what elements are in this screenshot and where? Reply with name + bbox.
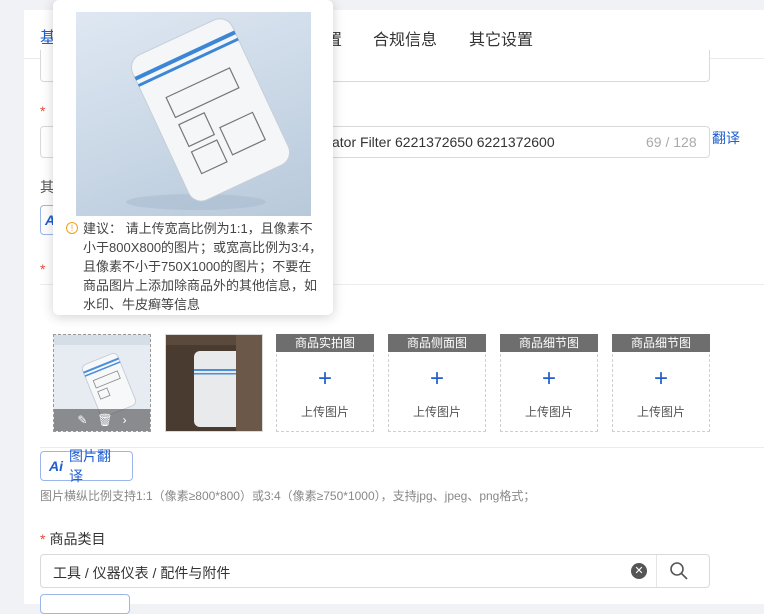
- ai-icon: Ai: [49, 458, 63, 474]
- upload-slot-detail-1[interactable]: 商品细节图 + 上传图片: [500, 334, 598, 432]
- clear-icon[interactable]: ✕: [631, 563, 647, 579]
- image-suggestion-popover: ! 建议： 请上传宽高比例为1:1，且像素不小于800X800的图片；或宽高比例…: [53, 0, 333, 315]
- slot-header: 商品实拍图: [276, 334, 374, 352]
- slot-header: 商品侧面图: [388, 334, 486, 352]
- filter-photo-image: [166, 335, 262, 431]
- slot-upload-label: 上传图片: [524, 405, 573, 419]
- delete-icon[interactable]: 🗑: [97, 413, 112, 427]
- chevron-right-icon[interactable]: ›: [123, 413, 127, 427]
- thumb-toolbar: ✎ 🗑 ›: [54, 409, 150, 431]
- title-char-counter: 69 / 128: [646, 134, 697, 150]
- other-label: 其: [40, 179, 54, 195]
- filter-preview-svg: [126, 18, 291, 210]
- divider: [656, 555, 657, 587]
- popover-preview-image: [76, 12, 311, 216]
- title-input-value: ator Filter 6221372650 6221372600: [332, 134, 555, 150]
- image-required-mark: *: [40, 261, 46, 277]
- slot-upload-label: 上传图片: [300, 405, 349, 419]
- edit-icon[interactable]: ✎: [77, 413, 87, 427]
- image-translate-button[interactable]: Ai 图片翻译: [40, 448, 133, 484]
- upload-slot-detail-2[interactable]: 商品细节图 + 上传图片: [612, 334, 710, 432]
- popover-suggestion-text: 建议： 请上传宽高比例为1:1，且像素不小于800X800的图片；或宽高比例为3…: [83, 221, 323, 312]
- upload-slot-side-view[interactable]: 商品侧面图 + 上传图片: [388, 334, 486, 432]
- upload-slot-real-shot[interactable]: 商品实拍图 + 上传图片: [276, 334, 374, 432]
- title-required-mark: *: [40, 103, 46, 119]
- secondary-image-thumb[interactable]: [165, 334, 263, 432]
- slot-upload-label: 上传图片: [412, 405, 461, 419]
- slot-header: 商品细节图: [612, 334, 710, 352]
- slot-header: 商品细节图: [500, 334, 598, 352]
- search-icon[interactable]: [669, 561, 689, 581]
- plus-icon: +: [653, 365, 668, 392]
- plus-icon: +: [541, 365, 556, 392]
- plus-icon: +: [317, 365, 332, 392]
- category-label: * 商品类目: [40, 531, 106, 547]
- category-value: 工具 / 仪器仪表 / 配件与附件: [53, 565, 231, 581]
- bottom-button-partial[interactable]: [40, 594, 130, 614]
- tab-compliance[interactable]: 合规信息: [373, 26, 437, 50]
- translate-link[interactable]: 翻译: [712, 128, 740, 148]
- warning-icon: !: [66, 222, 78, 234]
- image-format-hint: 图片横纵比例支持1:1（像素≥800*800）或3:4（像素≥750*1000）…: [40, 489, 536, 503]
- main-image-thumb[interactable]: ✎ 🗑 ›: [53, 334, 151, 432]
- plus-icon: +: [429, 365, 444, 392]
- category-input[interactable]: 工具 / 仪器仪表 / 配件与附件 ✕: [40, 554, 710, 588]
- image-translate-label: 图片翻译: [69, 448, 111, 484]
- tab-other-settings[interactable]: 其它设置: [469, 26, 533, 50]
- slot-upload-label: 上传图片: [636, 405, 685, 419]
